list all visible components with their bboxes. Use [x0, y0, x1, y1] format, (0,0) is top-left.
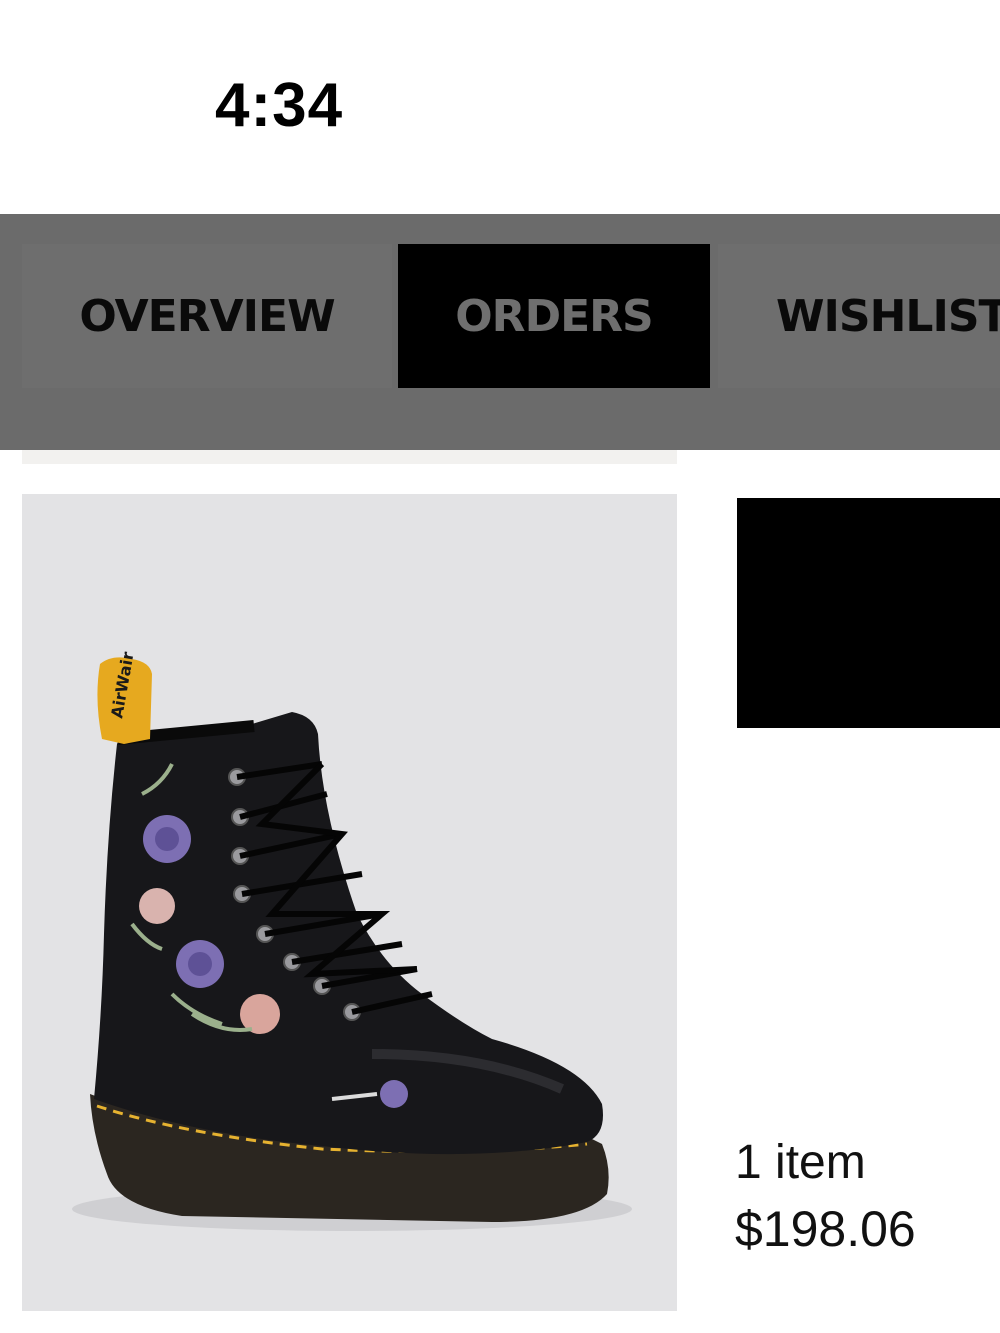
tab-wishlist[interactable]: WISHLIST — [718, 244, 1000, 388]
product-image[interactable]: AirWair — [22, 494, 677, 1311]
order-total: $198.06 — [735, 1201, 916, 1257]
tab-overview[interactable]: OVERVIEW — [22, 244, 392, 388]
order-summary: 1 item $198.06 — [735, 1135, 916, 1259]
tab-orders[interactable]: ORDERS — [398, 244, 710, 388]
status-time: 4:34 — [215, 71, 344, 140]
item-count: 1 item — [735, 1136, 866, 1189]
boot-illustration: AirWair — [72, 650, 632, 1231]
account-tab-bar: OVERVIEW ORDERS WISHLIST — [0, 214, 1000, 450]
redacted-panel — [737, 498, 1000, 728]
divider-strip — [22, 450, 677, 464]
